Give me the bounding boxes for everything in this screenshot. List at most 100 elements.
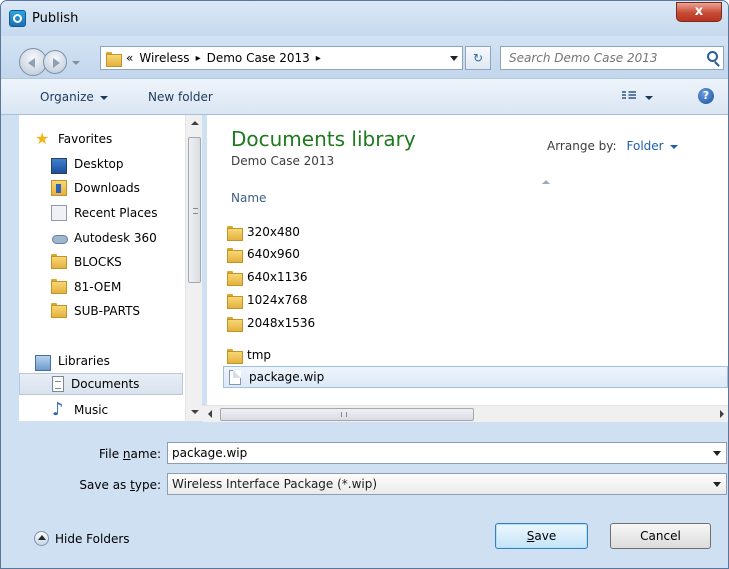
file-name: 1024x768	[247, 293, 308, 307]
navigation-pane: ★ Favorites Desktop Downloads Recent Pla…	[19, 115, 185, 421]
file-icon	[229, 369, 241, 385]
library-title: Documents library	[231, 127, 416, 151]
address-dropdown-icon[interactable]	[450, 56, 458, 61]
nav-label: Recent Places	[74, 206, 158, 220]
breadcrumb-overflow[interactable]: «	[126, 51, 133, 65]
save-as-type-select[interactable]: Wireless Interface Package (*.wip)	[167, 473, 727, 495]
breadcrumb-separator-icon[interactable]: ▸	[196, 53, 201, 64]
cloud-icon	[51, 230, 68, 246]
file-name-field[interactable]	[167, 442, 727, 464]
organize-label: Organize	[40, 90, 94, 104]
forward-button[interactable]	[43, 50, 67, 74]
file-name: 640x1136	[247, 270, 308, 284]
library-subtitle: Demo Case 2013	[231, 154, 335, 168]
folder-icon	[51, 254, 67, 269]
file-name: 2048x1536	[247, 316, 316, 330]
folder-icon	[227, 316, 243, 332]
music-icon	[51, 399, 67, 420]
nav-label: Favorites	[58, 132, 113, 146]
nav-label: Downloads	[74, 181, 140, 195]
list-item[interactable]: 640x960	[223, 243, 728, 265]
command-toolbar: Organize New folder ?	[1, 78, 728, 115]
list-item[interactable]: 1024x768	[223, 289, 728, 311]
nav-item-downloads[interactable]: Downloads	[19, 177, 183, 199]
address-row: « Wireless ▸ Demo Case 2013 ▸ ↻	[1, 36, 728, 78]
refresh-button[interactable]: ↻	[465, 46, 491, 70]
scroll-down-icon[interactable]	[191, 410, 199, 414]
nav-item-music[interactable]: Music	[19, 399, 183, 421]
nav-item-81-oem[interactable]: 81-OEM	[19, 276, 183, 298]
search-box[interactable]	[500, 46, 724, 70]
file-name: package.wip	[249, 370, 325, 384]
chevron-down-icon	[99, 95, 108, 100]
close-button[interactable]: x	[676, 2, 722, 22]
save-as-type-value: Wireless Interface Package (*.wip)	[172, 477, 378, 491]
scroll-left-icon[interactable]	[208, 410, 212, 418]
star-icon: ★	[35, 129, 50, 148]
scroll-thumb[interactable]	[220, 408, 474, 421]
nav-item-recent-places[interactable]: Recent Places	[19, 202, 183, 224]
window-title: Publish	[32, 11, 79, 26]
nav-item-documents[interactable]: Documents	[19, 373, 183, 395]
hide-folders-button[interactable]: Hide Folders	[34, 531, 130, 546]
recent-pages-dropdown-icon[interactable]	[72, 61, 80, 65]
scroll-right-icon[interactable]	[720, 410, 724, 418]
arrange-by-dropdown[interactable]: Folder	[627, 139, 664, 153]
arrange-by-label: Arrange by:	[547, 139, 617, 153]
scroll-up-icon[interactable]	[191, 121, 199, 125]
organize-button[interactable]: Organize	[40, 90, 108, 104]
list-item[interactable]: 640x1136	[223, 266, 728, 288]
column-header-name[interactable]: Name	[231, 191, 266, 205]
file-list-pane: Documents library Demo Case 2013 Arrange…	[207, 115, 728, 405]
search-icon[interactable]	[707, 51, 718, 62]
nav-item-sub-parts[interactable]: SUB-PARTS	[19, 300, 183, 322]
navigation-scrollbar[interactable]	[185, 115, 202, 421]
nav-libraries[interactable]: Libraries	[19, 350, 183, 372]
arrange-by: Arrange by: Folder	[547, 139, 678, 153]
nav-item-desktop[interactable]: Desktop	[19, 153, 183, 175]
list-item[interactable]: 320x480	[223, 221, 728, 243]
title-bar: Publish x	[1, 1, 728, 36]
nav-item-autodesk-360[interactable]: Autodesk 360	[19, 227, 183, 249]
chevron-down-icon[interactable]	[713, 482, 721, 487]
list-item[interactable]: 2048x1536	[223, 312, 728, 334]
folder-icon	[51, 279, 67, 294]
search-input[interactable]	[501, 47, 691, 69]
save-as-type-label: Save as type:	[79, 478, 161, 492]
nav-label: BLOCKS	[74, 255, 122, 269]
breadcrumb-wireless[interactable]: Wireless	[139, 51, 189, 65]
nav-label: Desktop	[74, 157, 124, 171]
nav-label: 81-OEM	[74, 280, 122, 294]
folder-icon	[227, 293, 243, 309]
nav-favorites[interactable]: ★ Favorites	[19, 128, 183, 150]
sort-ascending-icon	[542, 180, 550, 184]
folder-icon	[227, 270, 243, 286]
list-item[interactable]: tmp	[223, 344, 728, 366]
file-list-scrollbar[interactable]	[202, 405, 728, 422]
scroll-thumb[interactable]	[188, 137, 201, 283]
breadcrumb-separator-icon[interactable]: ▸	[316, 53, 321, 64]
list-item-selected[interactable]: package.wip	[223, 366, 728, 388]
chevron-down-icon[interactable]	[669, 144, 678, 149]
save-button[interactable]: Save	[495, 523, 588, 549]
desktop-icon	[51, 157, 67, 174]
file-name-input[interactable]	[168, 443, 671, 463]
nav-label: Music	[74, 403, 109, 417]
breadcrumb-demo-case[interactable]: Demo Case 2013	[207, 51, 310, 65]
help-icon[interactable]: ?	[698, 88, 714, 104]
hide-folders-label: Hide Folders	[55, 531, 130, 546]
nav-label: SUB-PARTS	[74, 304, 141, 318]
change-view-icon[interactable]	[622, 90, 636, 102]
documents-icon	[52, 376, 64, 392]
file-name: tmp	[247, 348, 272, 362]
view-options-dropdown-icon[interactable]	[645, 96, 653, 100]
folder-icon	[227, 225, 243, 241]
address-bar[interactable]: « Wireless ▸ Demo Case 2013 ▸	[100, 46, 463, 70]
chevron-down-icon[interactable]	[713, 451, 721, 456]
cancel-button[interactable]: Cancel	[610, 523, 711, 549]
new-folder-button[interactable]: New folder	[148, 90, 213, 104]
folder-icon	[227, 247, 243, 263]
nav-label: Autodesk 360	[74, 231, 157, 245]
downloads-folder-icon	[51, 180, 67, 196]
nav-item-blocks[interactable]: BLOCKS	[19, 251, 183, 273]
